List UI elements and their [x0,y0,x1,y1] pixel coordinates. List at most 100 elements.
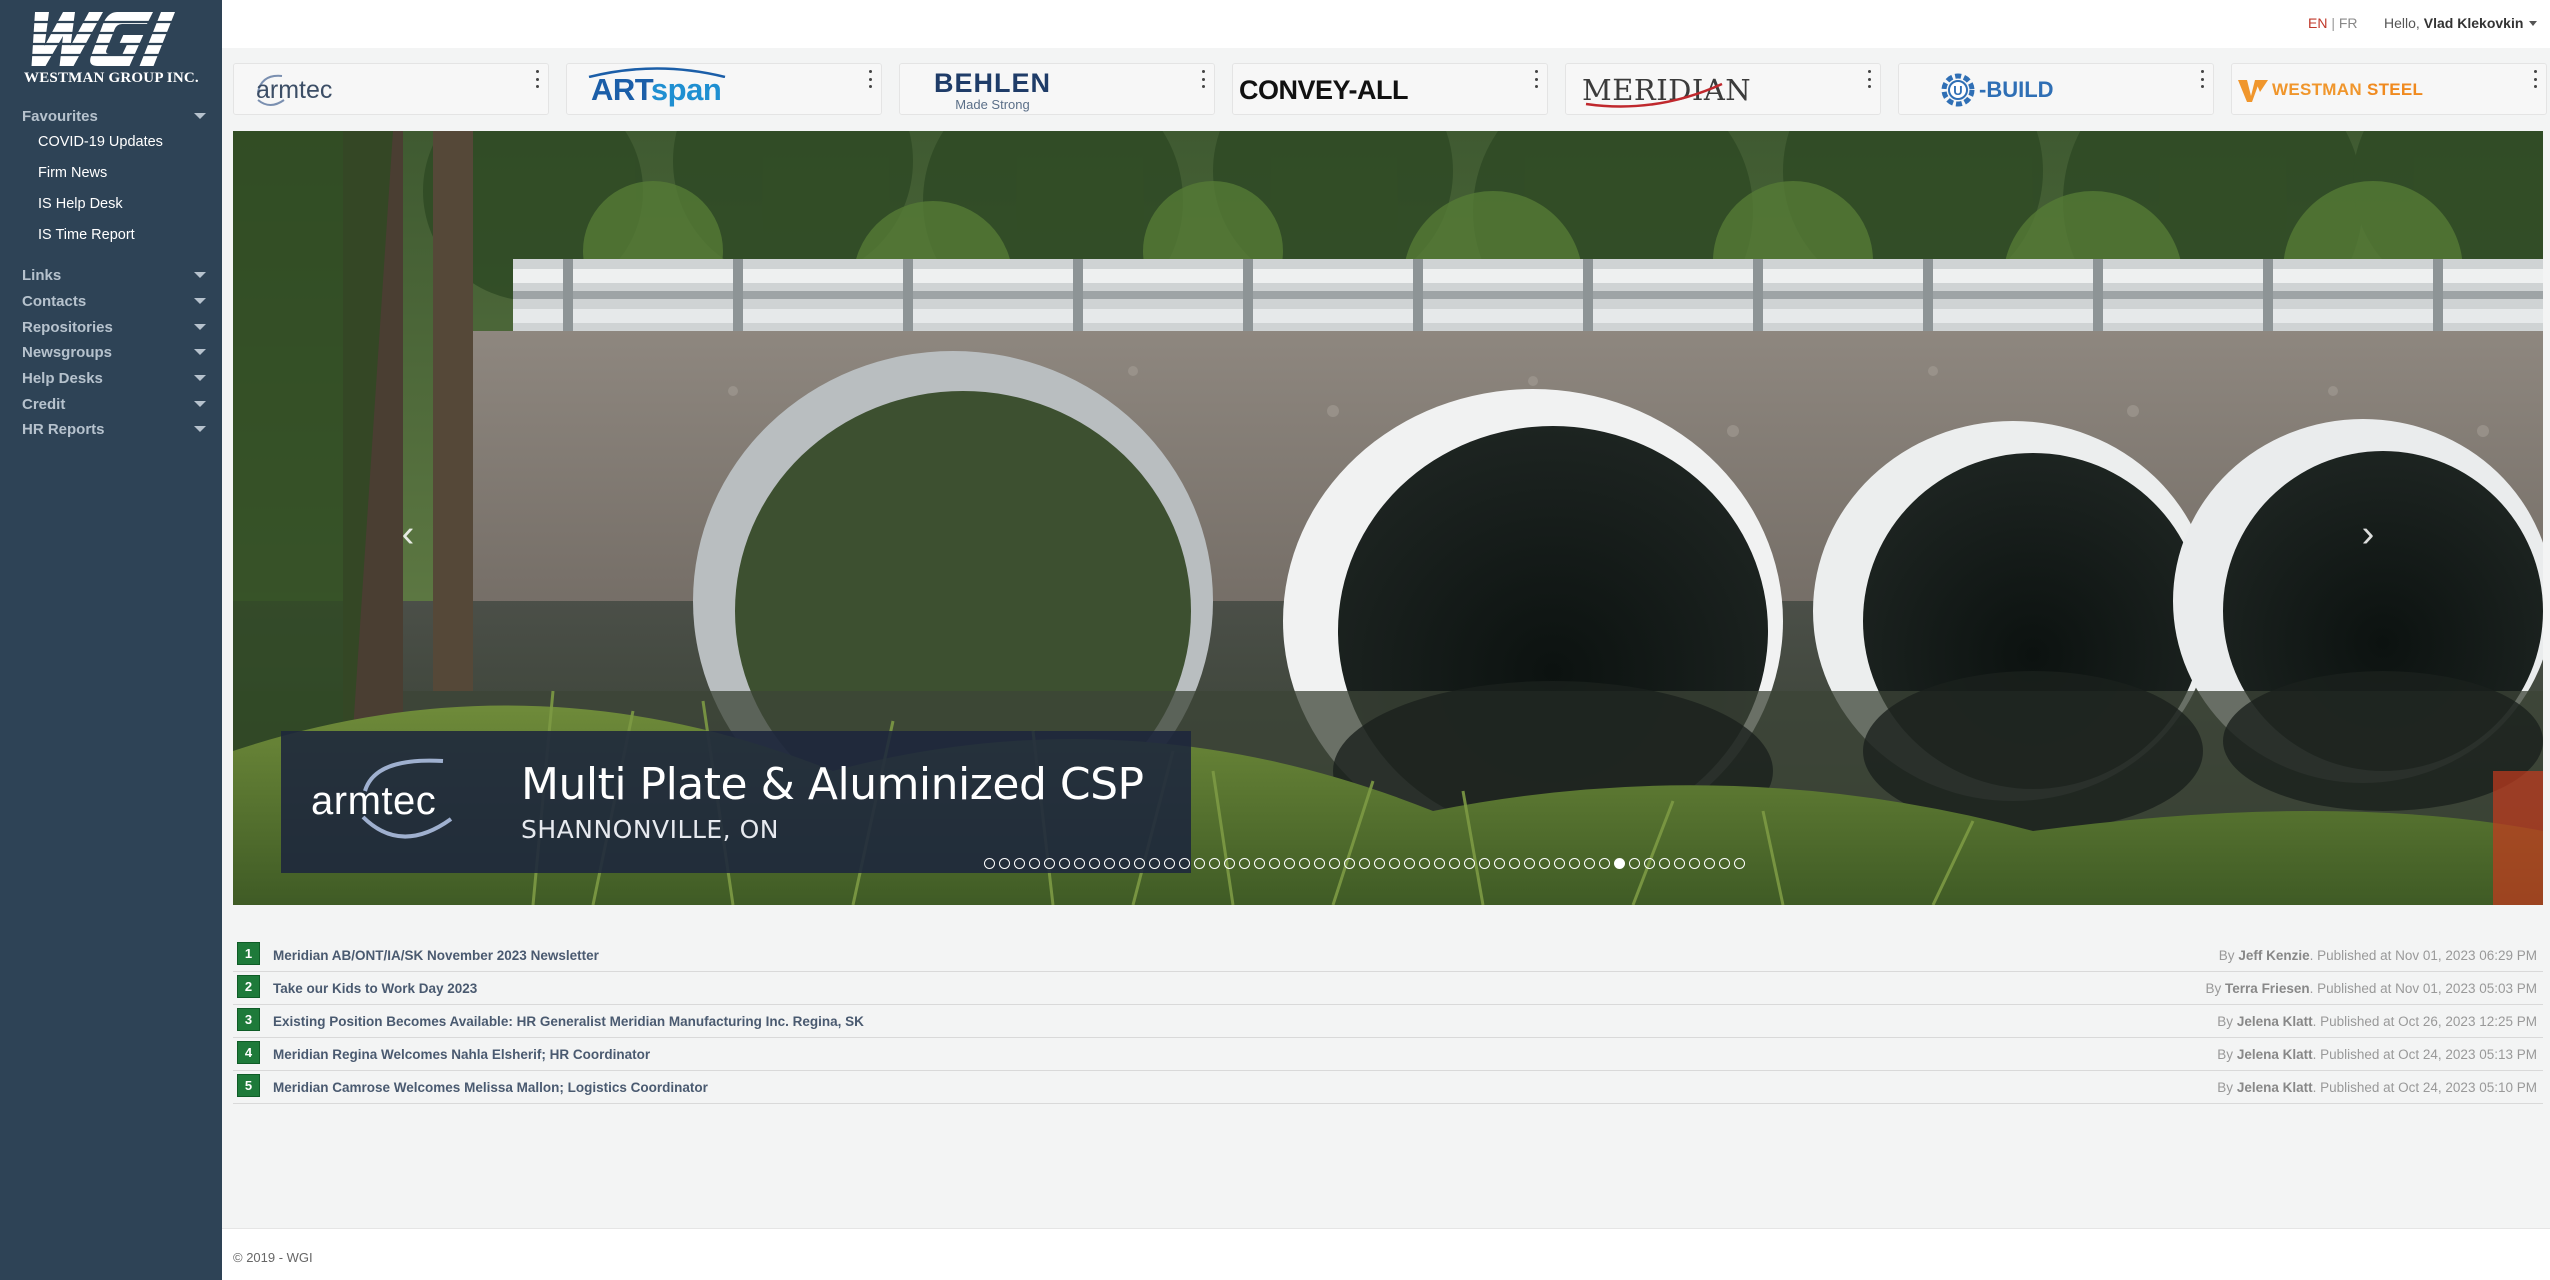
carousel-indicator-dot[interactable] [1554,858,1565,869]
carousel-next-arrow-icon[interactable]: › [2353,509,2383,559]
brand-menu-button[interactable] [1533,70,1539,88]
news-published: . Published at Oct 26, 2023 12:25 PM [2312,1014,2537,1029]
carousel-indicator-dot[interactable] [1464,858,1475,869]
carousel-indicator-dot[interactable] [1329,858,1340,869]
brand-menu-button[interactable] [534,70,540,88]
carousel-indicator-dot[interactable] [984,858,995,869]
westman-steel-mark-icon [2238,80,2268,102]
nav-section-hr-reports[interactable]: HR Reports [22,418,210,440]
behlen-logo[interactable]: BEHLEN Made Strong [934,68,1051,112]
carousel-indicator-dot[interactable] [1359,858,1370,869]
westman-steel-text: WESTMAN STEEL [2272,80,2423,100]
carousel-indicator-dot[interactable] [1374,858,1385,869]
carousel-indicator-dot[interactable] [1119,858,1130,869]
nav-section-repositories[interactable]: Repositories [22,316,210,338]
carousel-indicator-dot[interactable] [1629,858,1640,869]
carousel-indicator-dot[interactable] [1344,858,1355,869]
carousel-indicator-dot[interactable] [1389,858,1400,869]
carousel-indicator-dot[interactable] [1044,858,1055,869]
carousel-indicator-dot[interactable] [1434,858,1445,869]
news-title-link[interactable]: Meridian AB/ONT/IA/SK November 2023 News… [273,948,599,963]
carousel-indicator-dot[interactable] [1494,858,1505,869]
carousel-indicator-dot[interactable] [1299,858,1310,869]
greeting-text: Hello, [2384,15,2420,31]
carousel-indicator-dot[interactable] [1029,858,1040,869]
artspan-logo[interactable]: ARTspan [588,67,726,112]
nav-section-help-desks[interactable]: Help Desks [22,367,210,389]
news-published: . Published at Nov 01, 2023 06:29 PM [2309,948,2537,963]
lang-en-link[interactable]: EN [2308,15,2327,31]
hero-carousel[interactable]: ‹ › armtec Multi Plate & Aluminized CSP … [233,131,2543,905]
carousel-indicator-dot[interactable] [1104,858,1115,869]
favourite-covid-updates[interactable]: COVID-19 Updates [38,131,163,153]
carousel-indicator-dot[interactable] [1599,858,1610,869]
brand-menu-button[interactable] [2532,70,2538,88]
carousel-indicator-dot[interactable] [1089,858,1100,869]
news-author: Jelena Klatt [2236,1047,2313,1062]
carousel-indicator-dot[interactable] [1719,858,1730,869]
carousel-indicator-dot[interactable] [1419,858,1430,869]
brand-card-meridian: MERIDIAN [1565,63,1881,115]
carousel-indicator-dot[interactable] [999,858,1010,869]
news-title-link[interactable]: Take our Kids to Work Day 2023 [273,981,477,996]
carousel-indicator-dot[interactable] [1269,858,1280,869]
favourite-is-help-desk[interactable]: IS Help Desk [38,193,123,215]
carousel-indicator-dot[interactable] [1704,858,1715,869]
brand-menu-button[interactable] [2199,70,2205,88]
carousel-indicator-dot[interactable] [1074,858,1085,869]
nav-section-newsgroups[interactable]: Newsgroups [22,341,210,363]
nav-section-credit[interactable]: Credit [22,393,210,415]
carousel-indicator-dot[interactable] [1284,858,1295,869]
brand-card-u-build: U -BUILD [1898,63,2214,115]
news-title-link[interactable]: Meridian Regina Welcomes Nahla Elsherif;… [273,1047,650,1062]
carousel-indicator-dot[interactable] [1059,858,1070,869]
carousel-indicator-dot[interactable] [1194,858,1205,869]
carousel-indicator-dot[interactable] [1164,858,1175,869]
news-list: 1 Meridian AB/ONT/IA/SK November 2023 Ne… [233,939,2543,1104]
carousel-prev-arrow-icon[interactable]: ‹ [393,509,423,559]
nav-section-favourites[interactable]: Favourites [22,105,210,127]
carousel-indicator-dot[interactable] [1404,858,1415,869]
user-menu[interactable]: Hello, Vlad Klekovkin [2384,15,2538,31]
armtec-logo[interactable]: armtec [250,68,332,112]
convey-all-logo[interactable]: CONVEY-ALL [1239,68,1409,112]
nav-section-contacts[interactable]: Contacts [22,290,210,312]
carousel-indicator-dot[interactable] [1674,858,1685,869]
carousel-indicator-dot[interactable] [1224,858,1235,869]
carousel-indicator-dot[interactable] [1479,858,1490,869]
nav-section-links[interactable]: Links [22,264,210,286]
westman-steel-logo[interactable]: WESTMAN STEEL [2238,68,2423,112]
favourite-firm-news[interactable]: Firm News [38,162,107,184]
u-build-logo[interactable]: U -BUILD [1939,68,2054,112]
favourite-is-time-report[interactable]: IS Time Report [38,224,135,246]
carousel-indicator-dot[interactable] [1734,858,1745,869]
news-title-link[interactable]: Existing Position Becomes Available: HR … [273,1014,864,1029]
carousel-indicator-dot[interactable] [1239,858,1250,869]
news-title-link[interactable]: Meridian Camrose Welcomes Melissa Mallon… [273,1080,708,1095]
carousel-indicator-dot[interactable] [1659,858,1670,869]
carousel-indicator-dot[interactable] [1149,858,1160,869]
carousel-indicator-dot[interactable] [1539,858,1550,869]
wgi-logo[interactable]: WESTMAN GROUP INC. [22,8,208,86]
brand-menu-button[interactable] [1866,70,1872,88]
carousel-indicator-dot[interactable] [1314,858,1325,869]
carousel-indicator-dot[interactable] [1689,858,1700,869]
carousel-indicator-dot[interactable] [1209,858,1220,869]
carousel-indicator-dot[interactable] [1014,858,1025,869]
lang-fr-link[interactable]: FR [2339,15,2358,31]
carousel-indicator-dot[interactable] [1134,858,1145,869]
carousel-indicator-dot[interactable] [1254,858,1265,869]
carousel-indicator-dot[interactable] [1524,858,1535,869]
carousel-indicator-dot[interactable] [1584,858,1595,869]
news-meta: By Jeff Kenzie. Published at Nov 01, 202… [2219,948,2537,963]
carousel-indicator-dot[interactable] [1569,858,1580,869]
meridian-logo[interactable]: MERIDIAN [1582,68,1751,112]
carousel-indicator-dot[interactable] [1644,858,1655,869]
news-meta: By Terra Friesen. Published at Nov 01, 2… [2206,981,2537,996]
carousel-indicator-dot[interactable] [1509,858,1520,869]
carousel-indicator-dot[interactable] [1449,858,1460,869]
carousel-indicator-dot[interactable] [1614,858,1625,869]
brand-menu-button[interactable] [1200,70,1206,88]
brand-menu-button[interactable] [867,70,873,88]
carousel-indicator-dot[interactable] [1179,858,1190,869]
